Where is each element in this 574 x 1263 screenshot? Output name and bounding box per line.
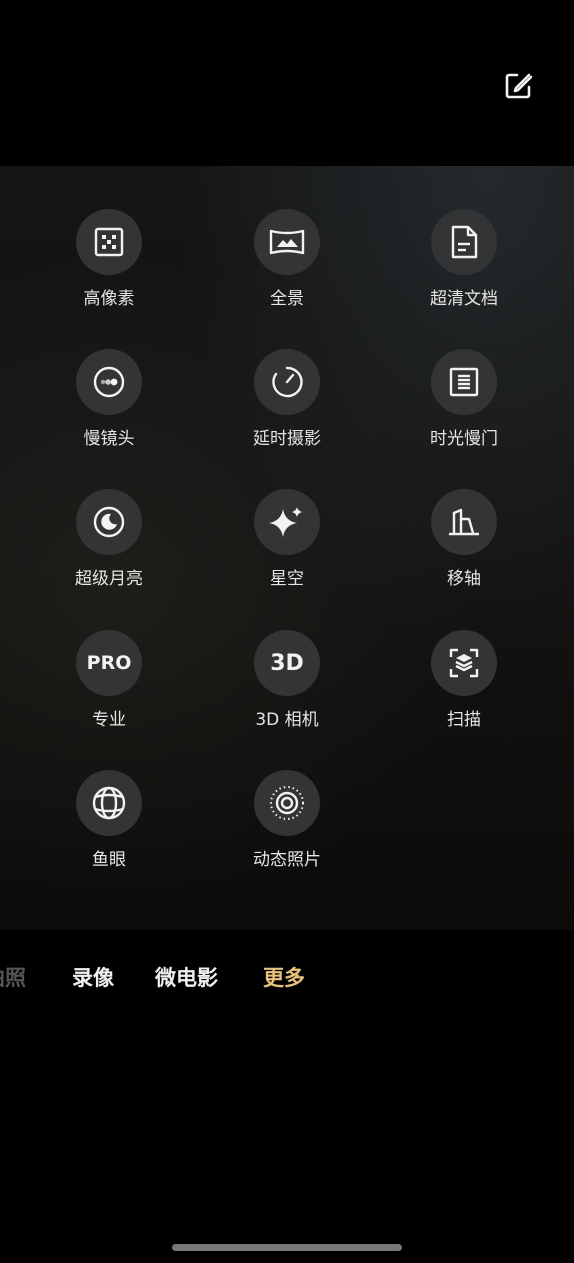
home-indicator[interactable] bbox=[172, 1244, 402, 1251]
tab-more[interactable]: 更多 bbox=[263, 962, 305, 992]
mode-label: 慢镜头 bbox=[83, 429, 135, 449]
fisheye-icon bbox=[76, 770, 142, 836]
mode-label: 延时摄影 bbox=[253, 429, 321, 449]
mode-tilt-shift[interactable]: 移轴 bbox=[389, 489, 539, 589]
mode-label: 超清文档 bbox=[430, 289, 498, 309]
mode-label: 全景 bbox=[270, 289, 304, 309]
mode-starry-sky[interactable]: 星空 bbox=[212, 489, 362, 589]
timelapse-icon bbox=[254, 349, 320, 415]
mode-high-pixel[interactable]: 高像素 bbox=[34, 209, 184, 309]
pro-icon: PRO bbox=[76, 630, 142, 696]
tab-photo[interactable]: 拍照 bbox=[0, 962, 26, 992]
moon-icon bbox=[76, 489, 142, 555]
mode-document[interactable]: 超清文档 bbox=[389, 209, 539, 309]
mode-super-moon[interactable]: 超级月亮 bbox=[34, 489, 184, 589]
long-exposure-icon bbox=[431, 349, 497, 415]
mode-fisheye[interactable]: 鱼眼 bbox=[34, 770, 184, 870]
live-photo-icon bbox=[254, 770, 320, 836]
mode-label: 高像素 bbox=[83, 289, 135, 309]
document-icon bbox=[431, 209, 497, 275]
tab-micro-film[interactable]: 微电影 bbox=[155, 962, 218, 992]
slow-motion-icon bbox=[76, 349, 142, 415]
top-bar bbox=[0, 0, 574, 166]
mode-panorama[interactable]: 全景 bbox=[212, 209, 362, 309]
mode-live-photo[interactable]: 动态照片 bbox=[212, 770, 362, 870]
mode-timelapse[interactable]: 延时摄影 bbox=[212, 349, 362, 449]
mode-long-exposure[interactable]: 时光慢门 bbox=[389, 349, 539, 449]
mode-3d-camera[interactable]: 3D 3D 相机 bbox=[212, 630, 362, 730]
mode-label: 3D 相机 bbox=[255, 710, 319, 730]
tab-video[interactable]: 录像 bbox=[72, 962, 114, 992]
mode-scan[interactable]: 扫描 bbox=[389, 630, 539, 730]
mode-tab-bar: 拍照 录像 微电影 更多 bbox=[0, 930, 574, 1020]
tilt-shift-icon bbox=[431, 489, 497, 555]
panorama-icon bbox=[254, 209, 320, 275]
edit-icon[interactable] bbox=[496, 64, 540, 108]
mode-label: 专业 bbox=[92, 710, 126, 730]
3d-icon: 3D bbox=[254, 630, 320, 696]
mode-label: 时光慢门 bbox=[430, 429, 498, 449]
mode-label: 扫描 bbox=[447, 710, 481, 730]
scan-icon bbox=[431, 630, 497, 696]
mode-label: 动态照片 bbox=[253, 850, 321, 870]
mode-label: 超级月亮 bbox=[75, 569, 143, 589]
mode-label: 鱼眼 bbox=[92, 850, 126, 870]
mode-label: 移轴 bbox=[447, 569, 481, 589]
high-pixel-icon bbox=[76, 209, 142, 275]
mode-pro[interactable]: PRO 专业 bbox=[34, 630, 184, 730]
sparkle-icon bbox=[254, 489, 320, 555]
mode-label: 星空 bbox=[270, 569, 304, 589]
mode-slow-motion[interactable]: 慢镜头 bbox=[34, 349, 184, 449]
